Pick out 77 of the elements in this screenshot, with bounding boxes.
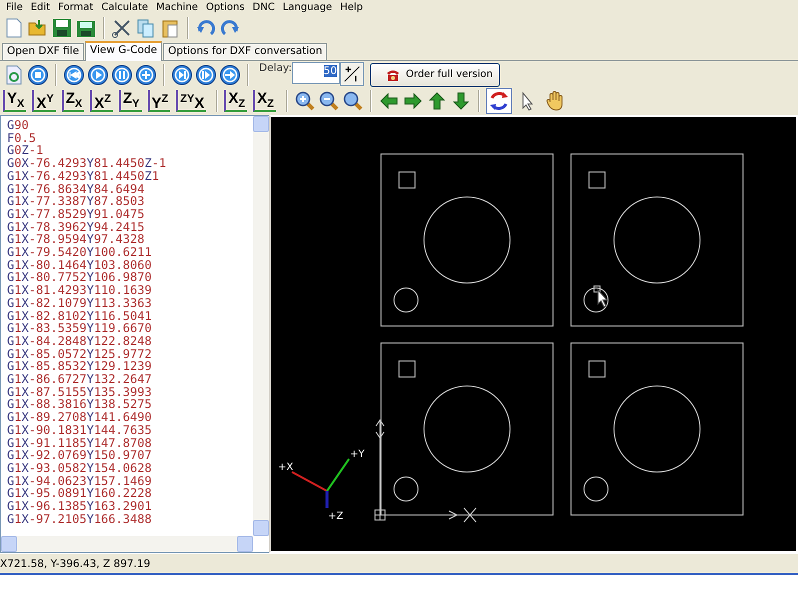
gcode-line: F0.5 (7, 132, 37, 144)
menu-item[interactable]: Help (336, 2, 367, 12)
axis-label: +Z (328, 511, 344, 522)
menu-item[interactable]: DNC (248, 2, 279, 12)
menu-item[interactable]: Edit (26, 2, 54, 12)
view-plane-button[interactable]: Y$^{Z}$ (148, 90, 170, 112)
axis-label: +X (278, 462, 294, 473)
gcode-line: G1X-77.3387Y87.8503 (7, 195, 146, 208)
gcode-line: G1X-87.5155Y135.3993 (7, 386, 153, 398)
delay-label: Delay: (259, 62, 292, 74)
gcode-line: G1X-77.8529Y91.0475 (7, 208, 146, 221)
gcode-line: G1X-89.2708Y141.6490 (7, 411, 153, 424)
gcode-line: G1X-88.3816Y138.5275 (7, 398, 153, 412)
tab[interactable]: Open DXF file (2, 43, 84, 60)
step-icon[interactable] (195, 64, 217, 86)
view-plane-button[interactable]: Z$_{Y}$ (118, 90, 142, 112)
gcode-line: G1X-82.1079Y113.3363 (7, 296, 153, 310)
view-plane-button[interactable]: X$^{Z}$ (90, 90, 113, 112)
left-arrow-icon[interactable] (378, 90, 400, 112)
gcode-line: G1X-76.8634Y84.6494 (7, 182, 146, 196)
gcode-line: G1X-92.0769Y150.9707 (7, 449, 153, 462)
zoom-out-icon[interactable] (318, 90, 340, 112)
gcode-line: G1X-81.4293Y110.1639 (7, 284, 153, 297)
gcode-line: G0Z-1 (7, 144, 44, 158)
cursor-icon (594, 286, 608, 308)
gcode-line: G0X-76.4293Y81.4450Z-1 (7, 157, 168, 170)
view-plane-button[interactable]: X$^{Y}$ (32, 90, 56, 112)
gcode-line: G1X-83.5359Y119.6670 (7, 322, 153, 335)
spinner-icon[interactable] (340, 62, 364, 86)
menu-item[interactable]: Format (54, 2, 98, 12)
gcode-line: G1X-78.3962Y94.2415 (7, 220, 146, 234)
axis-label: +Y (350, 449, 364, 460)
gcode-line: G1X-86.6727Y132.2647 (7, 373, 153, 386)
gcode-line: G1X-94.0623Y157.1469 (7, 474, 153, 488)
gcode-line: G1X-80.1464Y103.8060 (7, 258, 153, 272)
zoom-icon[interactable] (342, 90, 364, 112)
gcode-line: G1X-95.0891Y160.2228 (7, 487, 153, 500)
skip-end-icon[interactable] (171, 64, 193, 86)
zoom-in-icon[interactable] (294, 90, 316, 112)
gcode-line: G1X-85.8532Y129.1239 (7, 360, 153, 374)
save-icon[interactable] (51, 17, 73, 39)
delay-field[interactable]: 50 (292, 62, 340, 84)
gcode-line: G1X-96.1385Y163.2901 (7, 500, 153, 513)
stop-icon[interactable] (27, 64, 49, 86)
gcode-line: G1X-85.0572Y125.9772 (7, 348, 153, 360)
drawing-canvas[interactable]: +X +Y +Z (269, 115, 798, 553)
gcode-line: G1X-91.1185Y147.8708 (7, 436, 153, 450)
axis-triad-drawing (292, 458, 350, 508)
gcode-line: G1X-82.8102Y116.5041 (7, 310, 153, 322)
menu-item[interactable]: File (2, 2, 27, 12)
gcode-line: G1X-90.1831Y144.7635 (7, 424, 153, 437)
gcode-line: G1X-97.2105Y166.3488 (7, 512, 153, 526)
view-plane-button[interactable]: Z$_{X}$ (62, 90, 84, 112)
plus-icon[interactable] (135, 64, 157, 86)
gcode-line: G90 (7, 119, 30, 132)
gcode-line: G1X-80.7752Y106.9870 (7, 271, 153, 284)
menu-item[interactable]: Calculate (97, 2, 152, 12)
menu-item[interactable]: Machine (152, 2, 202, 12)
view-plane-button[interactable]: X$_{Z}$ (253, 90, 276, 112)
rewind-icon[interactable] (63, 64, 85, 86)
tab[interactable]: Options for DXF conversation (163, 43, 328, 60)
gcode-line: G1X-84.2848Y122.8248 (7, 334, 153, 348)
view-plane-button[interactable]: $^{ZY}$X (176, 90, 206, 112)
menu-item[interactable]: Options (202, 2, 249, 12)
status-text: X721.58, Y-396.43, Z 897.19 (0, 558, 150, 570)
menu-item[interactable]: Language (278, 2, 336, 12)
order-full-version-button[interactable]: Order full version (370, 62, 500, 86)
tab[interactable]: View G-Code (85, 41, 162, 61)
gcode-line: G1X-93.0582Y154.0628 (7, 462, 153, 475)
gcode-line: G1X-76.4293Y81.4450Z1 (7, 170, 160, 183)
gcode-line: G1X-78.9594Y97.4328 (7, 233, 146, 246)
gcode-line: G1X-79.5420Y100.6211 (7, 246, 153, 259)
view-plane-button[interactable]: Y$_{X}$ (3, 90, 26, 112)
right-arrow-icon[interactable] (402, 90, 424, 112)
pause-icon[interactable] (111, 64, 133, 86)
view-plane-button[interactable]: X$_{Z}$ (224, 90, 248, 112)
play-icon[interactable] (87, 64, 109, 86)
